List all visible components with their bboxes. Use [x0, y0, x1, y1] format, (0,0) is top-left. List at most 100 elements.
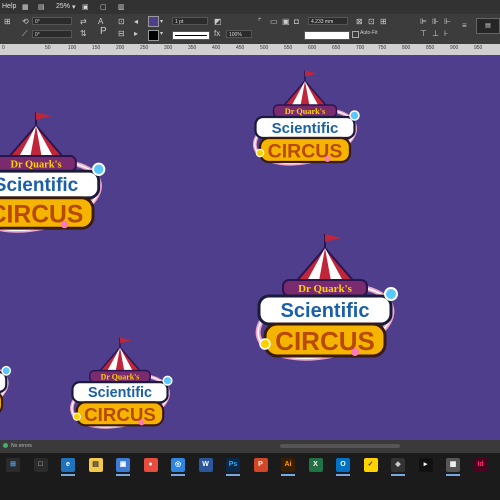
- logo-line3: CIRCUS: [84, 404, 156, 425]
- running-indicator: [446, 474, 460, 476]
- wrap-bounding-icon[interactable]: ▣: [282, 18, 290, 26]
- reference-point-icon[interactable]: ⊞: [4, 18, 11, 26]
- align-right-icon[interactable]: ⊩: [444, 18, 451, 26]
- prev-object-icon[interactable]: ◂: [134, 18, 138, 26]
- panel-menu-icon[interactable]: ≡: [462, 22, 467, 30]
- wrap-none-icon[interactable]: ▭: [270, 18, 278, 26]
- next-object-icon[interactable]: ▸: [134, 30, 138, 38]
- align-middle-icon[interactable]: ⊥: [432, 30, 439, 38]
- store-taskbar-icon[interactable]: ▣: [116, 458, 130, 472]
- preflight-status-icon: [3, 443, 8, 448]
- ruler-label: 250: [140, 45, 149, 51]
- fit-content-icon[interactable]: ⊠: [356, 18, 363, 26]
- windows-taskbar: ⊞ □ e ▤ ▣ ● ◎ W Ps P Ai X O ✓ ◆ ▸ ▦ Id: [0, 453, 500, 500]
- logo-top-right: Dr Quark's Scientific CIRCUS: [247, 68, 363, 174]
- zoom-level[interactable]: 25%: [56, 3, 70, 10]
- flip-horizontal-icon[interactable]: ⇄: [80, 18, 87, 26]
- edge-taskbar-icon[interactable]: e: [61, 458, 75, 472]
- width-field[interactable]: 4.233 mm: [308, 17, 348, 25]
- effects-icon[interactable]: fx: [214, 30, 220, 38]
- powerpoint-taskbar-icon[interactable]: P: [253, 458, 268, 472]
- arrange-icon[interactable]: ▥: [118, 3, 125, 11]
- illustrator-taskbar-icon[interactable]: Ai: [281, 458, 295, 472]
- running-indicator: [171, 474, 185, 476]
- calculator-taskbar-icon[interactable]: ▦: [446, 458, 460, 472]
- indesign-taskbar-icon[interactable]: Id: [473, 458, 488, 472]
- fill-dropdown-icon[interactable]: ▾: [160, 18, 163, 26]
- logo-line1: Dr Quark's: [101, 372, 140, 381]
- auto-fit-checkbox[interactable]: [352, 31, 359, 38]
- drop-shadow-icon[interactable]: ◩: [214, 18, 222, 26]
- ruler-label: 400: [212, 45, 221, 51]
- align-bottom-icon[interactable]: ⊦: [444, 30, 448, 38]
- ruler-label: 950: [474, 45, 483, 51]
- chrome-taskbar-icon[interactable]: ●: [143, 458, 158, 472]
- select-content-icon[interactable]: ⊟: [118, 30, 125, 38]
- horizontal-scrollbar[interactable]: [280, 444, 400, 448]
- logo-line3: CIRCUS: [275, 326, 375, 356]
- start-taskbar-icon[interactable]: ⊞: [6, 458, 20, 472]
- stroke-swatch[interactable]: [148, 30, 159, 41]
- preflight-status-text[interactable]: No errors: [11, 443, 32, 449]
- opacity-field[interactable]: 100%: [226, 30, 252, 38]
- shear-field[interactable]: 0°: [32, 30, 72, 38]
- paragraph-icon[interactable]: P: [100, 27, 107, 37]
- logo-middle-right: Dr Quark's Scientific CIRCUS: [251, 234, 398, 369]
- app-taskbar-icon[interactable]: ◎: [171, 458, 185, 472]
- workspace-button[interactable]: ▤: [476, 18, 500, 34]
- corner-shape-field[interactable]: [304, 31, 350, 40]
- wrap-shape-icon[interactable]: ◘: [294, 18, 299, 26]
- text-frame-icon[interactable]: A: [98, 18, 103, 26]
- ruler-label: 0: [2, 45, 5, 51]
- ruler-label: 900: [450, 45, 459, 51]
- running-indicator: [391, 474, 405, 476]
- screen-mode-icon[interactable]: ▢: [100, 3, 107, 11]
- rotation-field[interactable]: 0°: [32, 17, 72, 25]
- logo-line3: CIRCUS: [0, 202, 83, 229]
- ruler-label: 500: [260, 45, 269, 51]
- auto-fit-label: Auto-Fit: [360, 30, 378, 36]
- running-indicator: [116, 474, 130, 476]
- file-explorer-taskbar-icon[interactable]: ▤: [88, 458, 103, 472]
- pasteboard-canvas[interactable]: Dr Quark's Scientific CIRCUS Dr Quark's …: [0, 55, 500, 440]
- fill-frame-icon[interactable]: ⊞: [380, 18, 387, 26]
- align-center-icon[interactable]: ⊪: [432, 18, 439, 26]
- align-left-icon[interactable]: ⊫: [420, 18, 427, 26]
- running-indicator: [61, 474, 75, 476]
- ruler-label: 650: [332, 45, 341, 51]
- corner-options-icon[interactable]: ⌜: [258, 18, 262, 26]
- ruler-label: 800: [402, 45, 411, 51]
- word-taskbar-icon[interactable]: W: [198, 458, 213, 472]
- logo-line2: Scientific: [0, 175, 79, 196]
- logo-line1: Dr Quark's: [10, 159, 61, 170]
- excel-taskbar-icon[interactable]: X: [308, 458, 323, 472]
- flip-vertical-icon[interactable]: ⇅: [80, 30, 87, 38]
- shear-icon: ⟋: [22, 29, 28, 38]
- align-top-icon[interactable]: ⊤: [420, 30, 427, 38]
- outlook-taskbar-icon[interactable]: O: [336, 458, 350, 472]
- layout-icon[interactable]: ▤: [38, 3, 45, 11]
- menu-help[interactable]: Help: [2, 3, 16, 10]
- running-indicator: [226, 474, 240, 476]
- norton-taskbar-icon[interactable]: ✓: [363, 458, 378, 472]
- task-view-taskbar-icon[interactable]: □: [33, 458, 48, 472]
- ruler-label: 600: [308, 45, 317, 51]
- fit-frame-icon[interactable]: ⊡: [368, 18, 375, 26]
- ruler-label: 50: [45, 45, 51, 51]
- logo-line1: Dr Quark's: [285, 107, 326, 116]
- control-panel: ⊞ ⟲ 0° ⟋ 0° ⇄ ⇅ A P ⊡ ⊟ ◂ ▸ ▾ ▾ 1 pt ◩ f…: [0, 14, 500, 45]
- stroke-dropdown-icon[interactable]: ▾: [160, 30, 163, 38]
- status-bar: No errors: [0, 440, 500, 453]
- stroke-weight-field[interactable]: 1 pt: [172, 17, 208, 25]
- fill-swatch[interactable]: [148, 16, 159, 27]
- ruler-label: 700: [356, 45, 365, 51]
- photoshop-taskbar-icon[interactable]: Ps: [226, 458, 240, 472]
- app-taskbar-icon[interactable]: ◆: [391, 458, 405, 472]
- stroke-type-field[interactable]: [172, 31, 210, 40]
- logo-line2: Scientific: [281, 300, 370, 322]
- media-taskbar-icon[interactable]: ▸: [418, 458, 433, 472]
- bridge-icon[interactable]: ▦: [22, 3, 29, 11]
- select-container-icon[interactable]: ⊡: [118, 18, 125, 26]
- view-options-icon[interactable]: ▣: [82, 3, 89, 11]
- dropdown-icon[interactable]: ▾: [72, 3, 76, 11]
